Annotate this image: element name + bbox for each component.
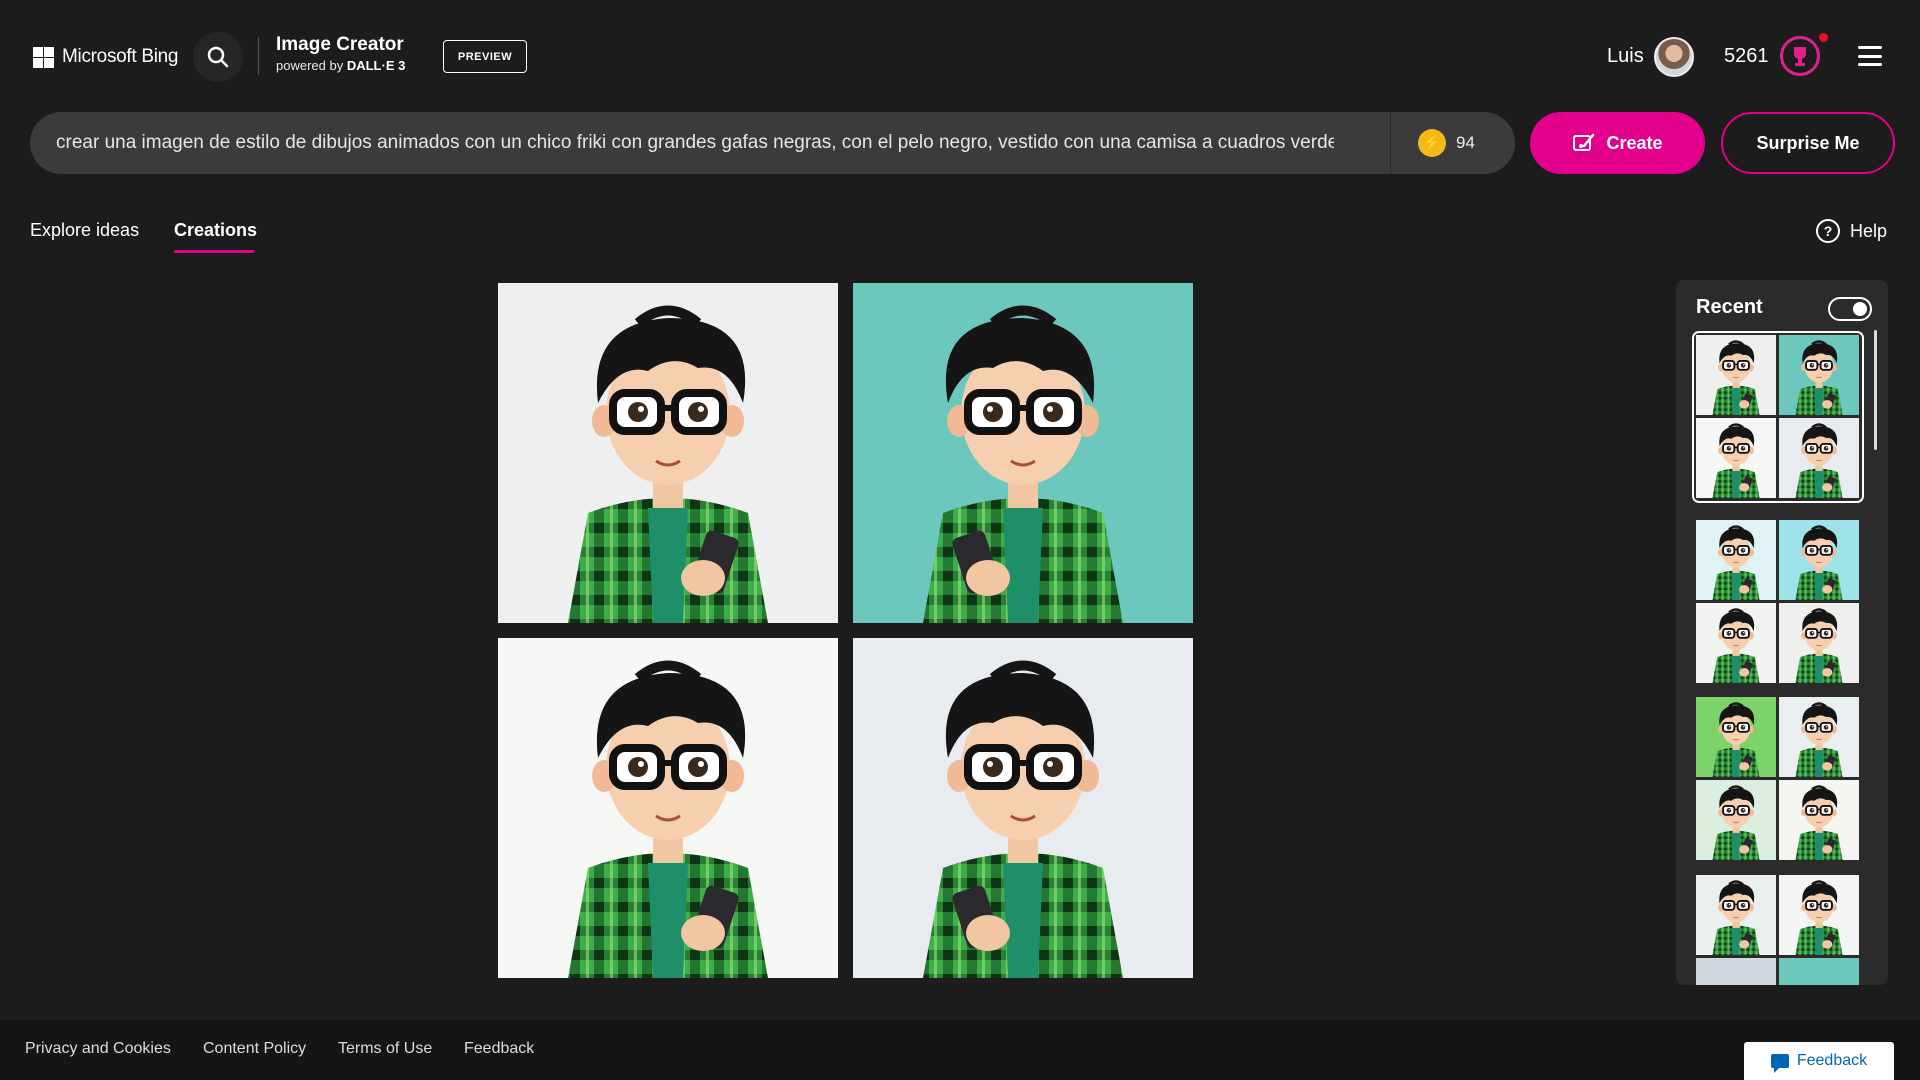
boost-counter[interactable]: ⚡ 94 xyxy=(1418,129,1475,157)
tab-explore-ideas[interactable]: Explore ideas xyxy=(30,220,139,241)
header-divider xyxy=(258,37,259,75)
help-link[interactable]: ? Help xyxy=(1816,219,1887,243)
recent-title: Recent xyxy=(1696,296,1763,318)
recent-thumb xyxy=(1696,780,1776,860)
recent-thumb xyxy=(1779,603,1859,683)
footer-link-terms[interactable]: Terms of Use xyxy=(338,1040,432,1058)
recent-set-4[interactable] xyxy=(1696,875,1860,985)
rewards-points[interactable]: 5261 xyxy=(1724,45,1769,68)
recent-thumb xyxy=(1779,958,1859,985)
help-icon: ? xyxy=(1816,219,1840,243)
footer-link-feedback[interactable]: Feedback xyxy=(464,1040,534,1058)
prompt-input[interactable]: crear una imagen de estilo de dibujos an… xyxy=(56,132,1334,154)
create-label: Create xyxy=(1606,132,1663,153)
recent-thumb xyxy=(1696,697,1776,777)
feedback-button-label: Feedback xyxy=(1796,1052,1868,1069)
recent-thumb xyxy=(1779,335,1859,415)
recent-thumb xyxy=(1779,520,1859,600)
recent-thumb xyxy=(1779,780,1859,860)
recent-panel: Recent xyxy=(1676,280,1888,985)
recent-thumb xyxy=(1696,418,1776,498)
prompt-bar[interactable]: crear una imagen de estilo de dibujos an… xyxy=(30,112,1515,174)
recent-thumb xyxy=(1779,875,1859,955)
windows-logo-icon xyxy=(33,46,54,68)
boost-count: 94 xyxy=(1456,133,1475,152)
boost-divider xyxy=(1390,112,1391,174)
recent-set-3[interactable] xyxy=(1696,697,1860,861)
recent-set-1[interactable] xyxy=(1692,331,1864,503)
product-title: Image Creator xyxy=(276,34,404,55)
recent-thumb xyxy=(1696,520,1776,600)
tab-active-indicator xyxy=(174,250,254,253)
avatar[interactable] xyxy=(1654,37,1694,77)
recent-thumb xyxy=(1779,418,1859,498)
brand-name: Microsoft Bing xyxy=(62,46,179,67)
boost-bolt-icon: ⚡ xyxy=(1418,129,1446,157)
generated-image-3[interactable] xyxy=(498,638,838,978)
powered-by-text: powered by DALL·E 3 xyxy=(276,58,406,73)
create-brush-icon xyxy=(1573,133,1595,151)
bing-logo[interactable]: Microsoft Bing xyxy=(33,46,178,68)
recent-toggle[interactable] xyxy=(1828,297,1872,321)
search-icon xyxy=(207,46,229,68)
footer-link-content-policy[interactable]: Content Policy xyxy=(203,1040,306,1058)
generated-image-4[interactable] xyxy=(853,638,1193,978)
preview-badge: PREVIEW xyxy=(443,40,527,73)
surprise-me-button[interactable]: Surprise Me xyxy=(1721,112,1895,174)
recent-set-2[interactable] xyxy=(1696,520,1860,684)
image-creator-title[interactable]: Image Creator powered by DALL·E 3 xyxy=(276,34,405,73)
search-button[interactable] xyxy=(193,32,243,82)
notification-dot xyxy=(1819,33,1828,42)
footer-link-privacy[interactable]: Privacy and Cookies xyxy=(25,1040,171,1058)
recent-thumb xyxy=(1696,958,1776,985)
recent-thumb xyxy=(1696,603,1776,683)
feedback-chat-icon xyxy=(1770,1054,1789,1073)
tab-creations[interactable]: Creations xyxy=(174,220,257,241)
generated-image-2[interactable] xyxy=(853,283,1193,623)
generated-image-1[interactable] xyxy=(498,283,838,623)
recent-thumb xyxy=(1696,875,1776,955)
top-header: Microsoft Bing Image Creator powered by … xyxy=(0,0,1920,112)
recent-thumb xyxy=(1696,335,1776,415)
feedback-button[interactable]: Feedback xyxy=(1744,1042,1894,1080)
menu-icon[interactable] xyxy=(1858,46,1882,66)
create-button[interactable]: Create xyxy=(1530,112,1705,174)
recent-thumb xyxy=(1779,697,1859,777)
user-name[interactable]: Luis xyxy=(1607,45,1644,68)
recent-scrollbar[interactable] xyxy=(1874,330,1877,450)
help-label: Help xyxy=(1850,220,1888,241)
rewards-trophy-icon[interactable] xyxy=(1780,36,1820,76)
